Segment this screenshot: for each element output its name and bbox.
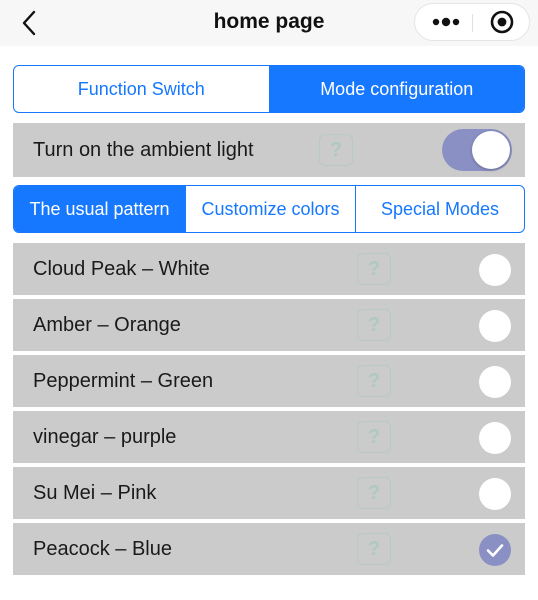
pattern-tab-bar: The usual pattern Customize colors Speci…: [13, 185, 525, 233]
more-button[interactable]: [419, 4, 469, 40]
tab-customize-colors[interactable]: Customize colors: [185, 186, 355, 232]
color-option-peppermint-green[interactable]: Peppermint – Green ?: [13, 355, 525, 407]
help-glyph: ?: [367, 313, 381, 336]
menu-capsule: [414, 3, 530, 41]
radio-button[interactable]: [479, 422, 511, 454]
help-glyph: ?: [367, 369, 381, 392]
radio-button[interactable]: [479, 366, 511, 398]
color-mode-list: Cloud Peak – White ? Amber – Orange ? Pe…: [13, 243, 525, 579]
checkmark-icon: [486, 544, 504, 557]
radio-button[interactable]: [479, 310, 511, 342]
color-option-label: vinegar – purple: [33, 426, 177, 448]
navigation-bar: home page: [0, 0, 538, 46]
help-icon[interactable]: ?: [357, 309, 391, 341]
close-miniprogram-button[interactable]: [477, 4, 527, 40]
target-circle-icon: [490, 10, 514, 34]
color-option-label: Peppermint – Green: [33, 370, 214, 392]
page: home page Function Switch Mode configura…: [0, 0, 538, 600]
color-option-label: Amber – Orange: [33, 314, 181, 336]
toggle-knob: [472, 131, 510, 169]
tab-mode-configuration[interactable]: Mode configuration: [268, 66, 524, 112]
color-option-peacock-blue[interactable]: Peacock – Blue ?: [13, 523, 525, 575]
ambient-light-row: Turn on the ambient light ?: [13, 123, 525, 177]
tab-usual-pattern[interactable]: The usual pattern: [14, 186, 185, 232]
tab-function-switch[interactable]: Function Switch: [14, 66, 269, 112]
radio-button[interactable]: [479, 478, 511, 510]
help-glyph: ?: [367, 425, 381, 448]
help-glyph: ?: [329, 138, 343, 161]
color-option-vinegar-purple[interactable]: vinegar – purple ?: [13, 411, 525, 463]
capsule-divider: [472, 14, 473, 32]
color-option-su-mei-pink[interactable]: Su Mei – Pink ?: [13, 467, 525, 519]
help-icon[interactable]: ?: [357, 253, 391, 285]
more-dots-icon: [432, 17, 460, 27]
help-glyph: ?: [367, 257, 381, 280]
help-icon[interactable]: ?: [357, 533, 391, 565]
help-glyph: ?: [367, 537, 381, 560]
color-option-label: Peacock – Blue: [33, 538, 172, 560]
help-icon[interactable]: ?: [319, 134, 353, 166]
help-icon[interactable]: ?: [357, 365, 391, 397]
color-option-label: Cloud Peak – White: [33, 258, 210, 280]
ambient-light-label: Turn on the ambient light: [33, 139, 254, 161]
top-tab-bar: Function Switch Mode configuration: [13, 65, 525, 113]
help-icon[interactable]: ?: [357, 421, 391, 453]
color-option-amber-orange[interactable]: Amber – Orange ?: [13, 299, 525, 351]
color-option-label: Su Mei – Pink: [33, 482, 157, 504]
radio-button[interactable]: [479, 254, 511, 286]
ambient-light-toggle[interactable]: [442, 129, 512, 171]
radio-button[interactable]: [479, 534, 511, 566]
tab-special-modes[interactable]: Special Modes: [355, 186, 524, 232]
help-glyph: ?: [367, 481, 381, 504]
help-icon[interactable]: ?: [357, 477, 391, 509]
color-option-cloud-peak-white[interactable]: Cloud Peak – White ?: [13, 243, 525, 295]
